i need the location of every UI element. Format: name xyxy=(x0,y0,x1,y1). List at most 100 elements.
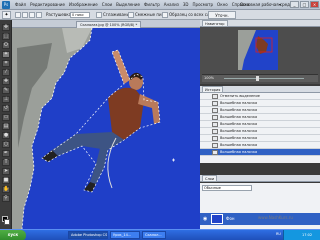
intersect-selection-icon[interactable] xyxy=(36,12,42,18)
history-item[interactable]: Волшебная палочка xyxy=(200,100,320,107)
history-item-label: Волшебная палочка xyxy=(220,115,258,119)
history-item-label: Волшебная палочка xyxy=(220,108,258,112)
magic-wand-icon xyxy=(212,115,218,120)
workspace-switcher[interactable]: Основная рабочая среда xyxy=(240,2,292,7)
subtract-selection-icon[interactable] xyxy=(29,12,35,18)
blend-mode-select[interactable]: Обычные xyxy=(202,185,252,191)
menu-3d[interactable]: 3D xyxy=(181,0,191,10)
menu-window[interactable]: Окно xyxy=(215,0,230,10)
zoom-slider[interactable] xyxy=(224,78,304,79)
menu-analysis[interactable]: Анализ xyxy=(162,0,181,10)
magic-wand-icon xyxy=(212,143,218,148)
document-tab[interactable]: Скалолаз.jpg @ 100% (RGB/8) * xyxy=(76,21,142,28)
photoshop-logo: Ps xyxy=(2,1,10,9)
history-item-label: Волшебная палочка xyxy=(220,143,258,147)
taskbar-item[interactable]: Скалол... xyxy=(142,231,166,239)
layers-tab[interactable]: Слои xyxy=(202,175,218,182)
dodge-tool-icon[interactable]: ○ xyxy=(2,141,10,148)
background-color-swatch[interactable] xyxy=(4,219,10,225)
marquee-tool-icon[interactable]: ⬚ xyxy=(2,33,10,40)
menu-view[interactable]: Просмотр xyxy=(191,0,216,10)
magic-wand-icon xyxy=(212,129,218,134)
history-item[interactable]: Волшебная палочка xyxy=(200,114,320,121)
menu-filter[interactable]: Фильтр xyxy=(142,0,162,10)
tools-panel: ✥ ⬚ ʘ ✦ ⌗ ⁄ ✚ ✎ ⊥ ↺ ▭ ▤ ● ○ ✒ T ➤ ■ ✋ ⚲ xyxy=(0,20,12,229)
taskbar: пуск Adobe Photoshop CS... Урок_14... Ск… xyxy=(0,229,320,240)
path-selection-tool-icon[interactable]: ➤ xyxy=(2,168,10,175)
zoom-tool-icon[interactable]: ⚲ xyxy=(2,195,10,202)
zoom-slider-handle[interactable] xyxy=(256,76,259,81)
document-window: Скалолаз.jpg @ 100% (RGB/8) * xyxy=(12,20,200,229)
gradient-tool-icon[interactable]: ▤ xyxy=(2,123,10,130)
chevron-down-icon[interactable]: ▾ xyxy=(279,2,281,7)
history-item-active[interactable]: Волшебная палочка xyxy=(200,149,320,156)
eye-icon[interactable]: ◉ xyxy=(203,216,207,222)
feather-input[interactable]: 0 пикс xyxy=(70,12,90,18)
start-button[interactable]: пуск xyxy=(0,230,26,240)
shape-tool-icon[interactable]: ■ xyxy=(2,177,10,184)
taskbar-item[interactable]: Урок_14... xyxy=(110,231,140,239)
taskbar-item[interactable]: Adobe Photoshop CS... xyxy=(68,231,108,239)
maximize-button[interactable]: □ xyxy=(300,1,309,8)
navigator-preview xyxy=(238,30,278,70)
hand-tool-icon[interactable]: ✋ xyxy=(2,186,10,193)
history-item[interactable]: Волшебная палочка xyxy=(200,121,320,128)
sample-all-checkbox[interactable] xyxy=(162,12,168,18)
eraser-tool-icon[interactable]: ▭ xyxy=(2,114,10,121)
menu-select[interactable]: Выделение xyxy=(114,0,142,10)
magic-wand-icon xyxy=(212,150,218,155)
options-bar: ✦ Растушевка: 0 пикс Сглаживание Смежные… xyxy=(0,10,320,25)
healing-brush-tool-icon[interactable]: ✚ xyxy=(2,78,10,85)
climber-photo xyxy=(12,28,200,229)
menu-layers[interactable]: Слои xyxy=(100,0,114,10)
image-canvas[interactable] xyxy=(12,28,200,229)
eyedropper-tool-icon[interactable]: ⁄ xyxy=(2,69,10,76)
pen-tool-icon[interactable]: ✒ xyxy=(2,150,10,157)
move-tool-icon[interactable]: ✥ xyxy=(2,24,10,31)
history-item[interactable]: Волшебная палочка xyxy=(200,135,320,142)
history-item-label: Волшебная палочка xyxy=(220,129,258,133)
contiguous-checkbox[interactable] xyxy=(128,12,134,18)
history-tab[interactable]: История xyxy=(202,86,224,93)
document-tab-bar: Скалолаз.jpg @ 100% (RGB/8) * xyxy=(12,20,200,28)
layer-name: Фон xyxy=(226,216,235,221)
zoom-value[interactable]: 100% xyxy=(204,76,214,80)
antialias-checkbox[interactable] xyxy=(96,12,102,18)
menu-edit[interactable]: Редактирование xyxy=(28,0,67,10)
watermark: www.NashKurs.ru xyxy=(258,215,293,220)
lasso-tool-icon[interactable]: ʘ xyxy=(2,42,10,49)
navigator-tab[interactable]: Навигатор xyxy=(202,20,228,27)
history-item[interactable]: Волшебная палочка xyxy=(200,142,320,149)
clone-stamp-tool-icon[interactable]: ⊥ xyxy=(2,96,10,103)
history-step-icon xyxy=(212,94,218,99)
history-item-label: Волшебная палочка xyxy=(220,136,258,140)
magic-wand-icon xyxy=(212,101,218,106)
add-to-selection-icon[interactable] xyxy=(22,12,28,18)
minimize-button[interactable]: _ xyxy=(290,1,299,8)
new-selection-icon[interactable] xyxy=(15,12,21,18)
crop-tool-icon[interactable]: ⌗ xyxy=(2,60,10,67)
history-item[interactable]: Отменить выделение xyxy=(200,93,320,100)
layers-panel-header: Слои xyxy=(200,175,320,182)
magic-wand-icon xyxy=(212,108,218,113)
menu-image[interactable]: Изображение xyxy=(67,0,100,10)
history-item[interactable]: Волшебная палочка xyxy=(200,128,320,135)
history-brush-tool-icon[interactable]: ↺ xyxy=(2,105,10,112)
refine-edge-button[interactable]: Уточн. край... xyxy=(208,11,236,25)
brush-tool-icon[interactable]: ✎ xyxy=(2,87,10,94)
language-indicator[interactable]: RU xyxy=(276,232,281,236)
history-item[interactable]: Волшебная палочка xyxy=(200,107,320,114)
history-item-label: Волшебная палочка xyxy=(220,101,258,105)
type-tool-icon[interactable]: T xyxy=(2,159,10,166)
magic-wand-tool-icon[interactable]: ✦ xyxy=(2,11,11,19)
magic-wand-icon xyxy=(212,122,218,127)
blur-tool-icon[interactable]: ● xyxy=(2,132,10,139)
history-item-label: Отменить выделение xyxy=(220,94,260,98)
navigator-thumbnail[interactable] xyxy=(238,30,278,70)
clock: 17:02 xyxy=(302,233,313,237)
menu-file[interactable]: Файл xyxy=(13,0,28,10)
close-button[interactable]: × xyxy=(310,1,319,8)
window-controls: _ □ × xyxy=(290,1,319,8)
history-item-label: Волшебная палочка xyxy=(220,150,258,154)
magic-wand-tool-icon[interactable]: ✦ xyxy=(2,51,10,58)
